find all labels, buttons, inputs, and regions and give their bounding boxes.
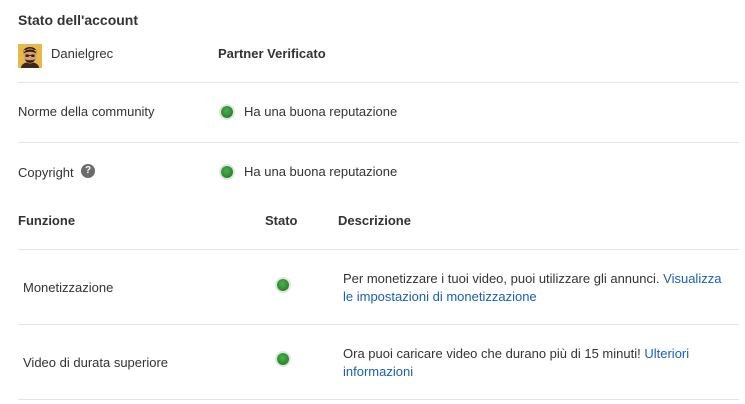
divider: [18, 399, 739, 400]
feature-long-videos-description: Ora puoi caricare video che durano più d…: [343, 345, 728, 381]
community-guidelines-label: Norme della community: [18, 104, 155, 119]
divider: [18, 142, 739, 143]
feature-monetization-label: Monetizzazione: [23, 280, 114, 295]
community-status-text: Ha una buona reputazione: [244, 104, 398, 119]
status-good-icon: [277, 279, 289, 291]
status-good-icon: [277, 353, 289, 365]
account-username: Danielgrec: [51, 46, 114, 61]
partner-status: Partner Verificato: [218, 46, 326, 61]
description-text: Ora puoi caricare video che durano più d…: [343, 346, 641, 361]
avatar-image: [18, 44, 42, 68]
column-header-status: Stato: [265, 213, 298, 228]
feature-monetization-description: Per monetizzare i tuoi video, puoi utili…: [343, 270, 728, 306]
avatar: [18, 44, 42, 68]
copyright-label: Copyright: [18, 165, 74, 180]
status-good-icon: [221, 106, 233, 118]
feature-long-videos-label: Video di durata superiore: [23, 355, 169, 370]
description-text: Per monetizzare i tuoi video, puoi utili…: [343, 271, 660, 286]
divider: [18, 82, 739, 83]
divider: [18, 324, 739, 325]
divider: [18, 249, 739, 250]
copyright-status-text: Ha una buona reputazione: [244, 164, 398, 179]
column-header-feature: Funzione: [18, 213, 76, 228]
column-header-description: Descrizione: [338, 213, 411, 228]
page-title: Stato dell'account: [18, 12, 139, 28]
help-icon[interactable]: ?: [81, 164, 95, 178]
status-good-icon: [221, 166, 233, 178]
